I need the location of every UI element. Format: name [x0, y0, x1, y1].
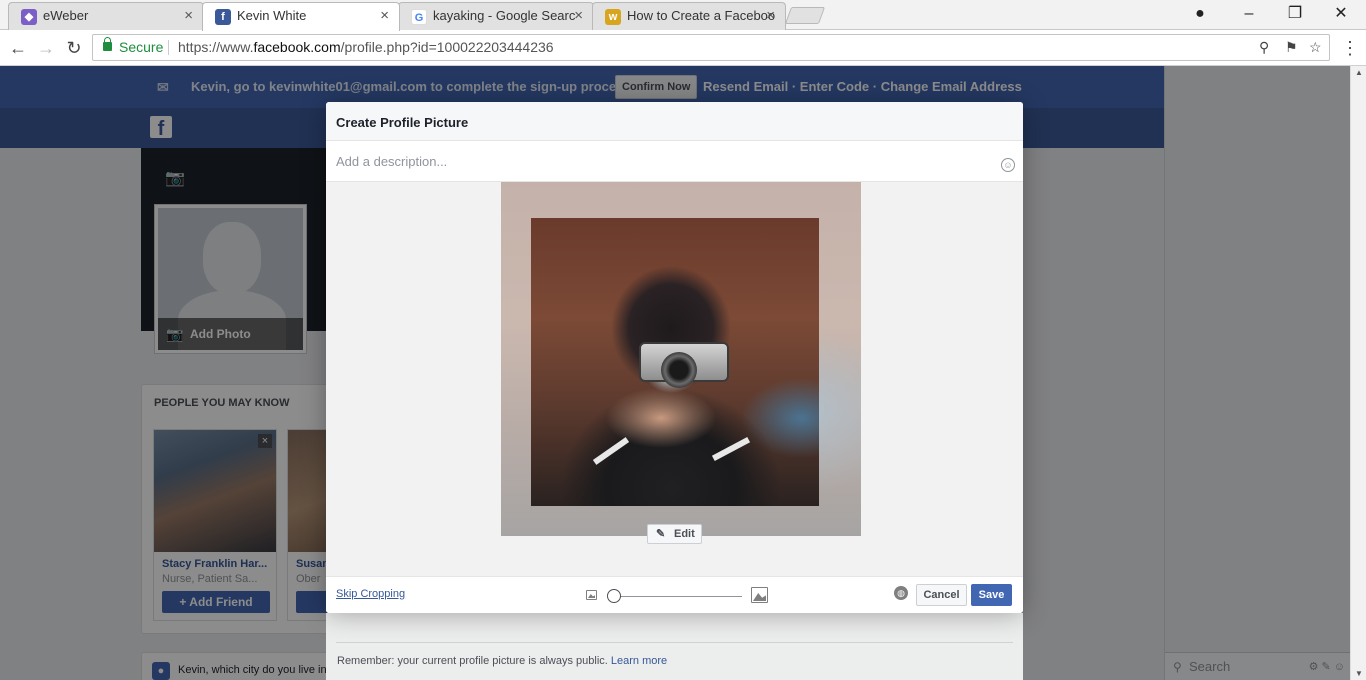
crop-frame[interactable] — [531, 218, 819, 506]
divider — [168, 40, 169, 55]
close-icon[interactable]: × — [184, 3, 193, 29]
dialog-footer: Skip Cropping ◍ Cancel Save — [326, 576, 1023, 613]
tab-title: eWeber — [43, 8, 89, 23]
zoom-slider[interactable] — [614, 596, 742, 597]
scroll-down-icon[interactable]: ▼ — [1355, 669, 1363, 678]
cancel-button[interactable]: Cancel — [916, 584, 967, 606]
magic-wand-icon: ✎ — [656, 528, 666, 540]
browser-tab-kevin-white[interactable]: f Kevin White × — [202, 2, 400, 31]
emoji-icon[interactable]: ☺ — [1001, 158, 1015, 172]
zoom-slider-thumb[interactable] — [607, 589, 621, 603]
minimize-icon[interactable]: – — [1226, 0, 1272, 30]
create-profile-picture-dialog: Create Profile Picture ☺ ✎ Edit Skip Cro… — [326, 102, 1023, 613]
browser-tab-eweber[interactable]: ◆ eWeber × — [8, 2, 204, 30]
save-button[interactable]: Save — [971, 584, 1012, 606]
menu-icon[interactable]: ⋮ — [1338, 36, 1362, 60]
reload-icon[interactable]: ↻ — [62, 36, 86, 60]
lock-icon — [103, 37, 112, 51]
facebook-icon: f — [215, 9, 231, 25]
zoom-out-image-icon[interactable] — [586, 590, 597, 600]
forward-icon[interactable]: → — [34, 36, 58, 60]
modal-lower-panel: Remember: your current profile picture i… — [326, 613, 1023, 680]
address-bar[interactable]: Secure https://www.facebook.com/profile.… — [92, 34, 1330, 61]
browser-tabstrip: ◆ eWeber × f Kevin White × G kayaking - … — [0, 0, 1366, 31]
bookmark-star-icon[interactable]: ☆ — [1309, 35, 1322, 60]
url-text: https://www.facebook.com/profile.php?id=… — [178, 39, 554, 55]
tab-title: Kevin White — [237, 8, 307, 23]
browser-tab-google-search[interactable]: G kayaking - Google Searc × — [398, 2, 594, 30]
skip-cropping-link[interactable]: Skip Cropping — [336, 588, 405, 600]
close-icon[interactable]: × — [574, 3, 583, 29]
description-area: ☺ — [326, 141, 1023, 182]
google-icon: G — [411, 9, 427, 25]
profile-icon[interactable]: ● — [1177, 0, 1223, 30]
scroll-up-icon[interactable]: ▲ — [1355, 68, 1363, 77]
edit-button[interactable]: ✎ Edit — [647, 524, 702, 544]
close-icon[interactable]: × — [380, 3, 389, 29]
browser-tab-wikihow[interactable]: w How to Create a Faceboo × — [592, 2, 786, 30]
new-tab-button[interactable] — [784, 7, 826, 24]
zoom-icon[interactable]: ⚲ — [1259, 35, 1269, 60]
extension-icon[interactable]: ⚑ — [1285, 35, 1298, 60]
zoom-in-image-icon[interactable] — [751, 587, 768, 603]
browser-toolbar: ← → ↻ Secure https://www.facebook.com/pr… — [0, 30, 1366, 66]
globe-icon: ◍ — [894, 586, 908, 600]
public-note: Remember: your current profile picture i… — [337, 655, 668, 667]
page-scrollbar[interactable]: ▲ ▼ — [1350, 66, 1366, 680]
crop-area: ✎ Edit — [326, 182, 1023, 576]
back-icon[interactable]: ← — [6, 36, 30, 60]
close-icon[interactable]: × — [766, 3, 775, 29]
shield-icon: ◆ — [21, 9, 37, 25]
security-label: Secure — [119, 39, 164, 55]
learn-more-link[interactable]: Learn more — [611, 655, 667, 667]
tab-title: How to Create a Faceboo — [627, 8, 776, 23]
dialog-title: Create Profile Picture — [336, 115, 469, 130]
description-input[interactable] — [336, 151, 976, 171]
dialog-header: Create Profile Picture — [326, 102, 1023, 141]
window-close-icon[interactable]: ✕ — [1318, 0, 1364, 30]
restore-icon[interactable]: ❐ — [1272, 0, 1318, 30]
wikihow-icon: w — [605, 9, 621, 25]
tab-title: kayaking - Google Searc — [433, 8, 576, 23]
